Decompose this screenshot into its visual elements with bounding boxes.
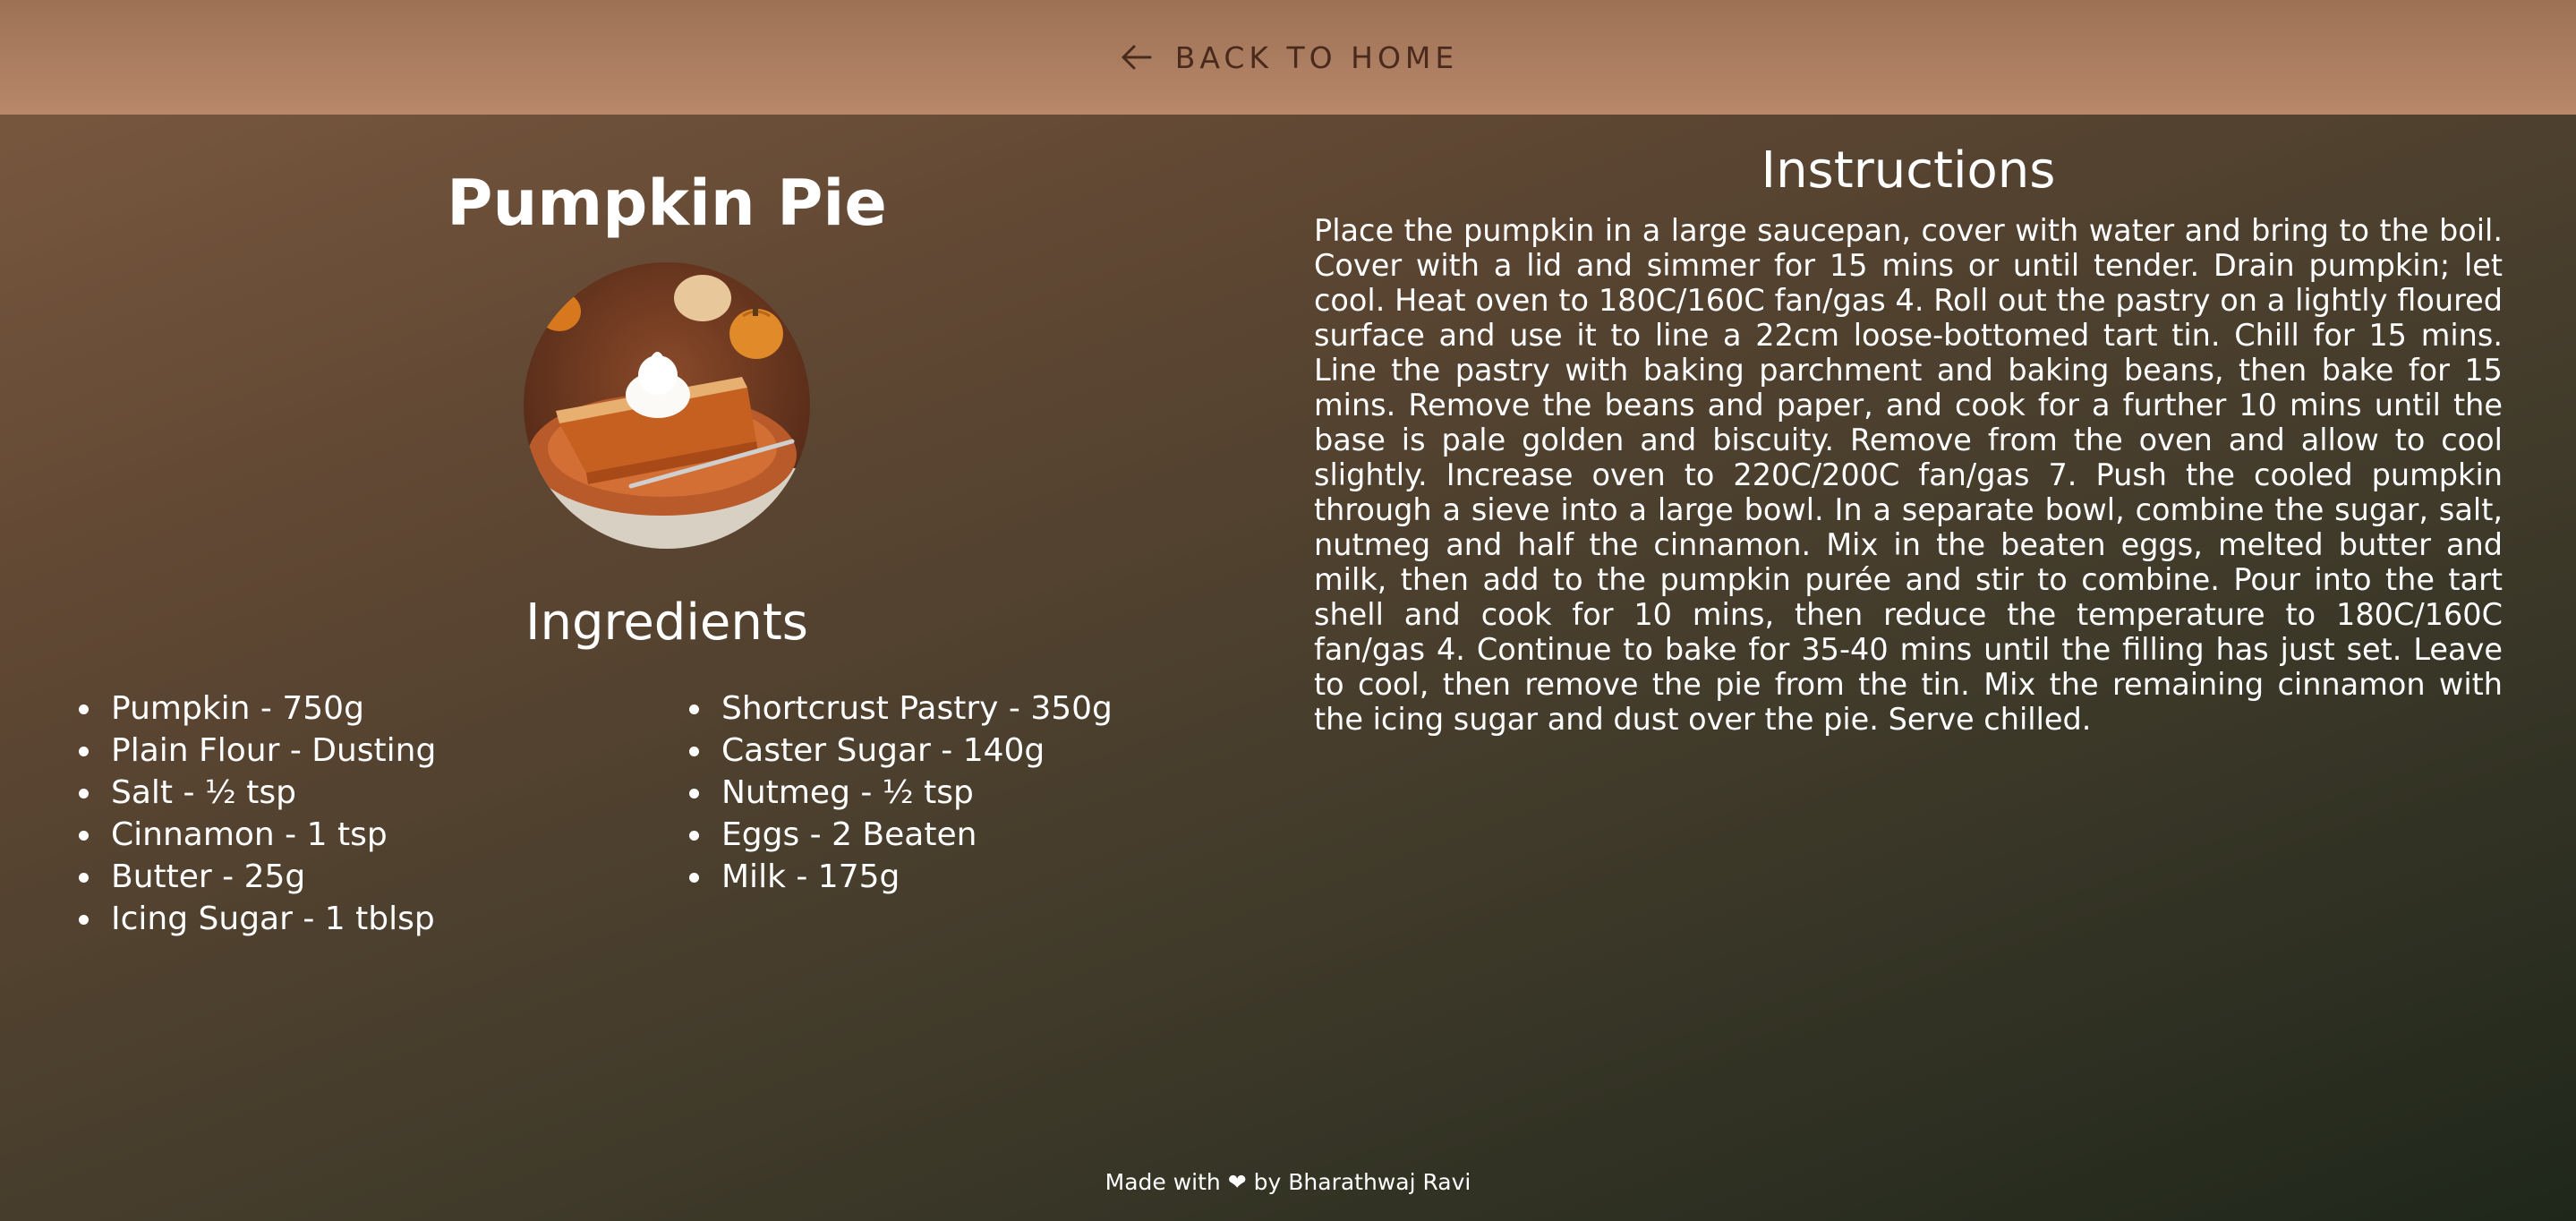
top-nav-bar: BACK TO HOME	[0, 0, 2576, 115]
footer-author: by Bharathwaj Ravi	[1253, 1169, 1471, 1195]
ingredient-item: Nutmeg - ½ tsp	[714, 772, 1113, 814]
recipe-title: Pumpkin Pie	[447, 166, 887, 240]
ingredients-list-column-2: Shortcrust Pastry - 350g Caster Sugar - …	[714, 687, 1113, 898]
ingredient-item: Cinnamon - 1 tsp	[104, 814, 436, 856]
ingredient-item: Eggs - 2 Beaten	[714, 814, 1113, 856]
ingredient-item: Milk - 175g	[714, 856, 1113, 898]
ingredient-item: Shortcrust Pastry - 350g	[714, 687, 1113, 730]
ingredients-heading: Ingredients	[525, 593, 808, 652]
pumpkin-pie-photo	[524, 262, 810, 549]
instructions-heading: Instructions	[1761, 141, 2056, 200]
ingredient-item: Plain Flour - Dusting	[104, 730, 436, 772]
ingredient-item: Caster Sugar - 140g	[714, 730, 1113, 772]
arrow-left-icon	[1122, 45, 1152, 70]
ingredient-item: Icing Sugar - 1 tblsp	[104, 898, 436, 940]
back-to-home-label: BACK TO HOME	[1174, 39, 1459, 75]
ingredient-item: Butter - 25g	[104, 856, 436, 898]
footer: Made with ❤ by Bharathwaj Ravi	[0, 1169, 2576, 1195]
ingredient-item: Pumpkin - 750g	[104, 687, 436, 730]
heart-icon: ❤	[1227, 1169, 1247, 1195]
ingredients-list-column-1: Pumpkin - 750g Plain Flour - Dusting Sal…	[104, 687, 436, 940]
ingredient-item: Salt - ½ tsp	[104, 772, 436, 814]
back-to-home-link[interactable]: BACK TO HOME	[1118, 39, 1459, 75]
recipe-overview-section: Pumpkin Pie Ingredients Pumpkin - 7	[0, 115, 1334, 1099]
footer-prefix: Made with	[1105, 1169, 1221, 1195]
instructions-text: Place the pumpkin in a large saucepan, c…	[1314, 213, 2503, 737]
